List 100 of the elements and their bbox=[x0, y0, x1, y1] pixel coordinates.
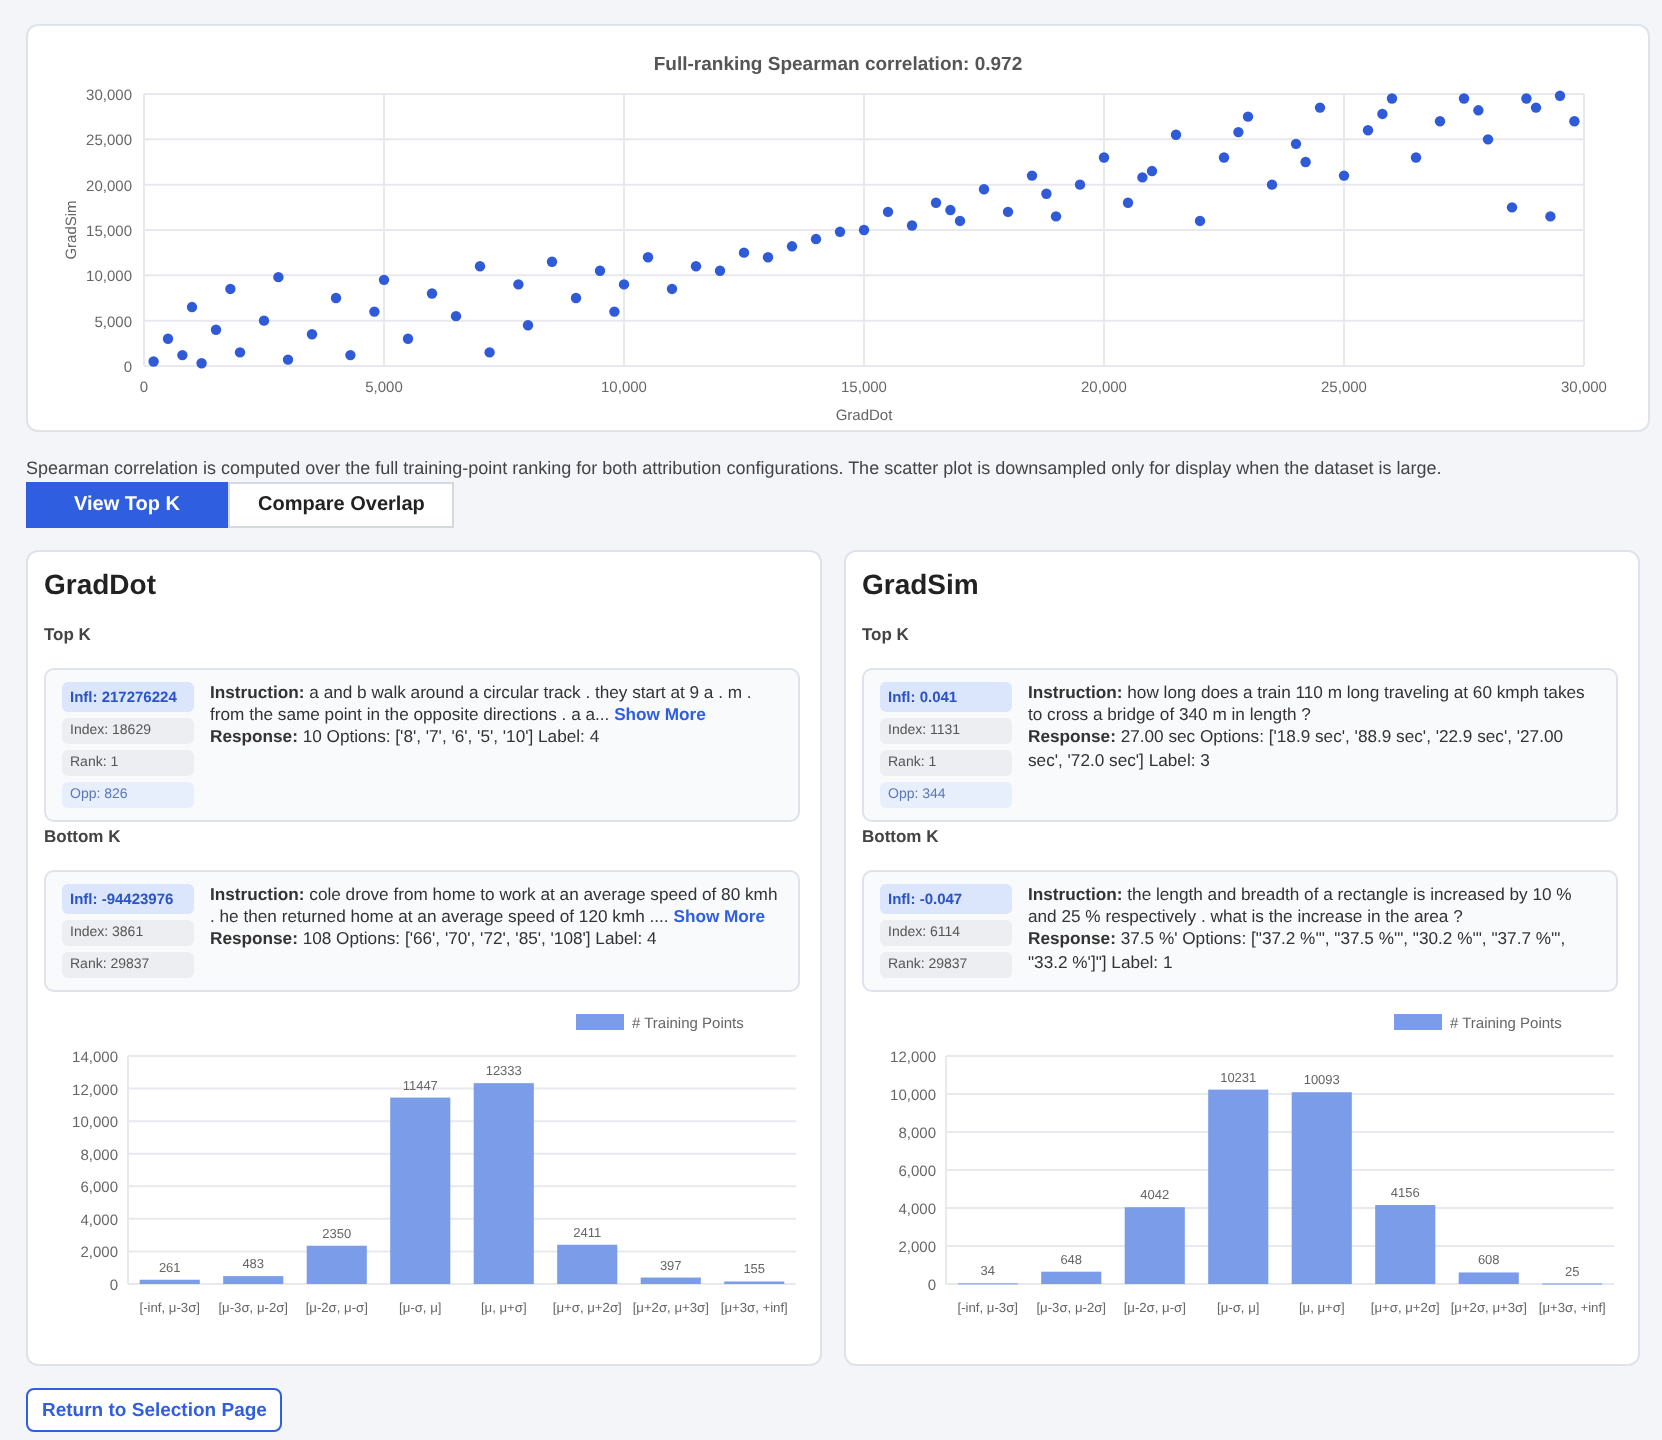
scatter-point bbox=[1098, 152, 1110, 163]
scatter-point bbox=[186, 301, 198, 313]
scatter-point bbox=[426, 288, 438, 299]
scatter-point bbox=[1506, 202, 1518, 213]
scatter-point bbox=[522, 320, 534, 331]
scatter-point bbox=[546, 256, 558, 267]
bar bbox=[1124, 1207, 1185, 1284]
show-more-link[interactable]: Show More bbox=[614, 704, 706, 725]
description-text: Spearman correlation is computed over the full training-point ranking for both attribution configurations. The scatter plot is downsampled only for display when the dataset is large. bbox=[26, 458, 1444, 478]
scatter-point bbox=[1314, 102, 1326, 113]
scatter-point bbox=[1218, 152, 1230, 163]
scatter-point bbox=[1482, 134, 1494, 145]
scatter-point bbox=[1041, 188, 1052, 199]
scatter-point bbox=[609, 306, 620, 317]
scatter-point bbox=[906, 220, 918, 231]
scatter-point bbox=[1050, 211, 1062, 222]
scatter-point bbox=[177, 349, 188, 361]
scatter-point bbox=[642, 252, 654, 263]
response-text: Response: 27.00 sec Options: ['18.9 sec', '88.9 sec', '22.9 sec', '27.00 sec', '72.0 sec'] Label: 3 bbox=[1028, 726, 1566, 772]
scatter-point bbox=[1338, 170, 1350, 181]
scatter-point bbox=[1002, 206, 1014, 218]
scatter-point bbox=[1300, 156, 1311, 168]
scatter-point bbox=[1569, 116, 1580, 127]
scatter-point bbox=[345, 349, 356, 361]
scatter-point bbox=[1410, 152, 1422, 163]
scatter-point bbox=[690, 261, 702, 272]
scatter-point bbox=[1290, 138, 1302, 150]
return-button[interactable]: Return to Selection Page bbox=[26, 1388, 283, 1432]
scatter-point bbox=[666, 283, 678, 295]
scatter-point bbox=[196, 358, 207, 369]
scatter-point bbox=[378, 274, 390, 286]
scatter-point bbox=[474, 261, 486, 272]
scatter-point bbox=[1266, 179, 1278, 190]
scatter-point bbox=[978, 184, 990, 195]
instruction-text: Instruction: cole drove from home to work at an average speed of 80 kmh . he then returned home at an average speed of 120 kmh .... Show More bbox=[210, 884, 780, 929]
bar bbox=[1458, 1272, 1519, 1284]
scatter-point bbox=[570, 292, 582, 304]
scatter-point bbox=[1026, 170, 1038, 181]
scatter-point bbox=[234, 347, 246, 358]
scatter-point bbox=[1434, 116, 1446, 127]
bar bbox=[1041, 1271, 1102, 1284]
show-more-link[interactable]: Show More bbox=[673, 906, 766, 927]
scatter-point bbox=[1233, 126, 1244, 138]
scatter-point bbox=[1170, 129, 1182, 140]
scatter-point bbox=[1458, 93, 1470, 104]
chart-title: Full-ranking Spearman correlation: 0.972 bbox=[653, 54, 1023, 76]
scatter-point bbox=[450, 310, 462, 322]
scatter-point bbox=[594, 265, 606, 276]
section-heading: Bottom K bbox=[44, 826, 123, 846]
scatter-point bbox=[1545, 211, 1556, 222]
scatter-point bbox=[282, 354, 294, 365]
scatter-point bbox=[738, 247, 750, 258]
scatter-point bbox=[330, 292, 342, 304]
scatter-point bbox=[162, 333, 174, 344]
scatter-point bbox=[369, 306, 380, 317]
scatter-point bbox=[882, 206, 894, 218]
scatter-point bbox=[858, 224, 870, 236]
scatter-point bbox=[618, 279, 630, 290]
bar bbox=[139, 1279, 200, 1284]
scatter-point bbox=[1554, 90, 1566, 101]
scatter-point bbox=[225, 283, 236, 295]
tab[interactable]: Compare Overlap bbox=[228, 482, 455, 528]
panel-title: GradDot bbox=[44, 568, 158, 600]
section-heading: Top K bbox=[862, 624, 911, 644]
scatter-point bbox=[484, 347, 495, 358]
response-text: Response: 37.5 %' Options: ["37.2 %'", "37.5 %'", "30.2 %'", "37.7 %'", "33.2 %']"] Label: 1 bbox=[1028, 928, 1568, 974]
section-heading: Bottom K bbox=[862, 826, 941, 846]
bar bbox=[223, 1276, 284, 1284]
response-text: Response: 108 Options: ['66', '70', '72', '85', '108'] Label: 4 bbox=[210, 928, 659, 952]
panel-title: GradSim bbox=[862, 568, 981, 600]
scatter-point bbox=[306, 329, 318, 340]
scatter-point bbox=[402, 333, 414, 344]
tab[interactable]: View Top K bbox=[26, 482, 228, 528]
scatter-point bbox=[930, 197, 942, 208]
scatter-point bbox=[714, 265, 726, 276]
scatter-point bbox=[762, 252, 774, 263]
scatter-point bbox=[148, 356, 159, 367]
scatter-point bbox=[1377, 108, 1388, 120]
scatter-point bbox=[1242, 111, 1254, 122]
scatter-point bbox=[1473, 105, 1484, 116]
instruction-text: Instruction: the length and breadth of a rectangle is increased by 10 % and 25 % respectively . what is the increase in the area ? bbox=[1028, 884, 1574, 929]
response-text: Response: 10 Options: ['8', '7', '6', '5', '10'] Label: 4 bbox=[210, 726, 602, 750]
scatter-point bbox=[1074, 179, 1086, 190]
instruction-text: Instruction: how long does a train 110 m long traveling at 60 kmph takes to cross a bridge of 340 m in length ? bbox=[1028, 682, 1587, 727]
section-heading: Top K bbox=[44, 624, 93, 644]
scatter-point bbox=[273, 271, 284, 283]
scatter-point bbox=[1194, 215, 1206, 227]
scatter-point bbox=[258, 315, 270, 326]
scatter-point bbox=[1122, 197, 1134, 208]
bar bbox=[1375, 1205, 1436, 1284]
scatter-point bbox=[786, 241, 798, 252]
scatter-point bbox=[210, 324, 222, 335]
scatter-point bbox=[1362, 125, 1374, 136]
bar bbox=[640, 1277, 701, 1284]
scatter-point bbox=[513, 279, 524, 290]
instruction-text: Instruction: a and b walk around a circular track . they start at 9 a . m . from the same point in the opposite directions . a a... Show More bbox=[210, 682, 754, 727]
bar bbox=[557, 1244, 618, 1284]
scatter-point bbox=[834, 226, 846, 237]
scatter-point bbox=[810, 233, 822, 245]
bar bbox=[306, 1245, 367, 1284]
